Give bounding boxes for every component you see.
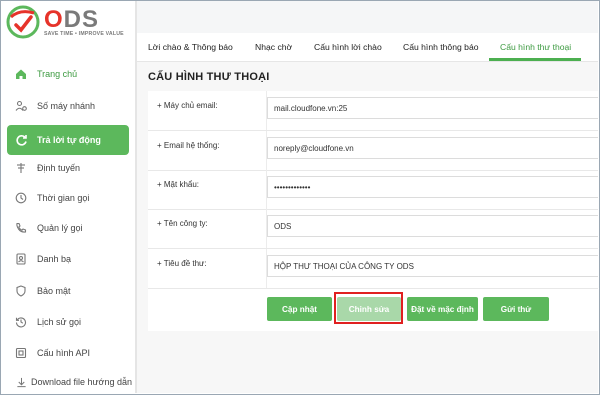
logo-text: ODS bbox=[44, 6, 100, 33]
mail-subject-label: + Tiêu đề thư: bbox=[157, 259, 207, 268]
sidebar-item-label: Cấu hình API bbox=[37, 348, 91, 358]
sidebar-item-download-guide[interactable]: Download file hướng dẫn bbox=[7, 367, 132, 397]
sidebar-item-label: Download file hướng dẫn bbox=[31, 377, 132, 387]
password-label: + Mật khẩu: bbox=[157, 180, 200, 189]
sidebar-item-api-config[interactable]: Cấu hình API bbox=[7, 338, 129, 368]
sidebar-item-label: Quản lý gọi bbox=[37, 223, 83, 233]
sidebar-item-label: Danh bạ bbox=[37, 254, 72, 264]
tab-announcement-config[interactable]: Cấu hình thông báo bbox=[403, 33, 479, 61]
password-field[interactable]: ••••••••••••• bbox=[267, 176, 598, 198]
system-email-label: + Email hệ thống: bbox=[157, 141, 220, 150]
form-row-password: + Mật khẩu: ••••••••••••• bbox=[148, 170, 598, 210]
send-test-button[interactable]: Gửi thử bbox=[483, 297, 549, 321]
signpost-icon bbox=[13, 160, 29, 176]
company-name-field[interactable]: ODS bbox=[267, 215, 598, 237]
sidebar-item-label: Lịch sử gọi bbox=[37, 317, 82, 327]
sidebar-item-security[interactable]: Bảo mật bbox=[7, 276, 129, 306]
page-title: CẤU HÌNH THƯ THOẠI bbox=[148, 71, 270, 83]
sidebar-item-label: Trang chủ bbox=[37, 69, 78, 79]
sidebar-item-call-history[interactable]: Lịch sử gọi bbox=[7, 307, 129, 337]
edit-button-highlight bbox=[334, 292, 403, 324]
contacts-icon bbox=[13, 251, 29, 267]
sidebar: ODS SAVE TIME • IMPROVE VALUE Trang chủ … bbox=[1, 1, 134, 393]
company-name-label: + Tên công ty: bbox=[157, 219, 208, 228]
form-row-system-email: + Email hệ thống: noreply@cloudfone.vn bbox=[148, 131, 598, 171]
sidebar-item-home[interactable]: Trang chủ bbox=[7, 59, 129, 89]
mail-subject-field[interactable]: HỘP THƯ THOẠI CỦA CÔNG TY ODS bbox=[267, 255, 598, 277]
sidebar-item-call-management[interactable]: Quản lý gọi bbox=[7, 213, 129, 243]
sidebar-item-label: Số máy nhánh bbox=[37, 101, 96, 111]
email-server-field[interactable]: mail.cloudfone.vn:25 bbox=[267, 97, 598, 119]
home-icon bbox=[13, 66, 29, 82]
update-button[interactable]: Cập nhật bbox=[267, 297, 332, 321]
tab-bar: Lời chào & Thông báo Nhạc chờ Cấu hình l… bbox=[137, 33, 598, 62]
sidebar-item-extensions[interactable]: Số máy nhánh bbox=[7, 91, 129, 121]
tab-hold-music[interactable]: Nhạc chờ bbox=[255, 33, 292, 61]
sidebar-item-routing[interactable]: Định tuyến bbox=[7, 153, 129, 183]
clock-icon bbox=[13, 190, 29, 206]
form-row-email-server: + Máy chủ email: mail.cloudfone.vn:25 bbox=[148, 91, 598, 131]
sidebar-item-auto-reply[interactable]: Trả lời tự động bbox=[7, 125, 129, 155]
system-email-field[interactable]: noreply@cloudfone.vn bbox=[267, 137, 598, 159]
top-bar bbox=[137, 1, 598, 34]
shield-icon bbox=[13, 283, 29, 299]
history-icon bbox=[13, 314, 29, 330]
users-icon bbox=[13, 98, 29, 114]
download-icon bbox=[13, 374, 29, 390]
tab-greeting-announcement[interactable]: Lời chào & Thông báo bbox=[148, 33, 233, 61]
logo-slogan: SAVE TIME • IMPROVE VALUE bbox=[44, 31, 124, 37]
logo-mark-icon bbox=[6, 5, 40, 39]
sidebar-item-label: Bảo mật bbox=[37, 286, 71, 296]
tab-voicemail-config[interactable]: Cấu hình thư thoại bbox=[500, 33, 571, 61]
sidebar-item-call-time[interactable]: Thời gian gọi bbox=[7, 183, 129, 213]
email-server-label: + Máy chủ email: bbox=[157, 101, 218, 110]
sidebar-item-label: Trả lời tự động bbox=[37, 135, 101, 145]
reset-default-button[interactable]: Đặt về mặc định bbox=[407, 297, 478, 321]
phone-icon bbox=[13, 220, 29, 236]
sidebar-item-label: Thời gian gọi bbox=[37, 193, 90, 203]
tab-greeting-config[interactable]: Cấu hình lời chào bbox=[314, 33, 382, 61]
api-icon bbox=[13, 345, 29, 361]
active-tab-indicator bbox=[489, 58, 581, 61]
logo[interactable]: ODS SAVE TIME • IMPROVE VALUE bbox=[6, 5, 131, 39]
sidebar-item-label: Định tuyến bbox=[37, 163, 81, 173]
form-row-company-name: + Tên công ty: ODS bbox=[148, 209, 598, 249]
refresh-icon bbox=[13, 132, 29, 148]
sidebar-item-contacts[interactable]: Danh bạ bbox=[7, 244, 129, 274]
form-row-mail-subject: + Tiêu đề thư: HỘP THƯ THOẠI CỦA CÔNG TY… bbox=[148, 249, 598, 289]
